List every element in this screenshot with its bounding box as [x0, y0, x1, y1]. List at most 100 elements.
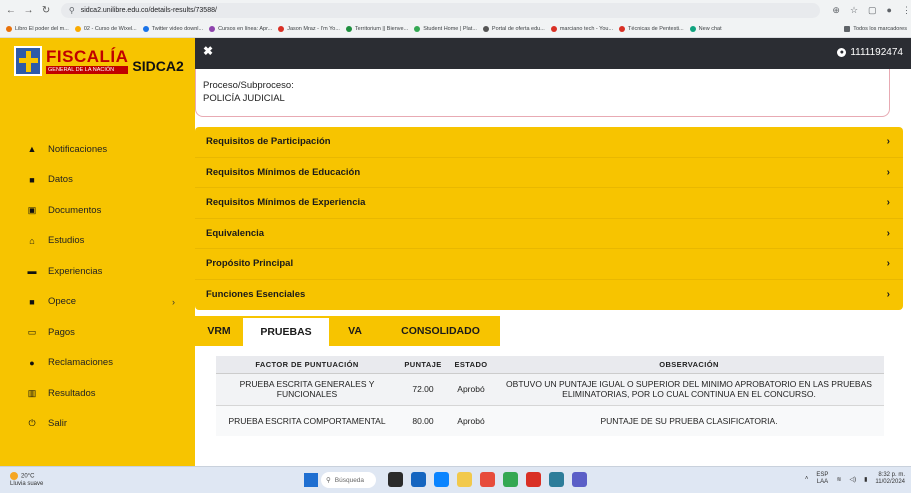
- results-table: FACTOR DE PUNTUACIÓN PUNTAJE ESTADO OBSE…: [216, 356, 884, 436]
- brand-name: FISCALÍA: [46, 47, 129, 66]
- site-info-icon[interactable]: ⚲: [69, 6, 75, 15]
- clock[interactable]: 8:32 p. m. 11/02/2024: [875, 472, 905, 486]
- user-menu[interactable]: ● 1111192474: [837, 47, 903, 58]
- sidebar-item-label: Reclamaciones: [48, 357, 113, 369]
- main-content: Proceso/Subproceso: POLICÍA JUDICIAL Req…: [195, 69, 911, 466]
- bookmark[interactable]: New chat: [689, 26, 722, 32]
- chevron-up-icon[interactable]: ˄: [805, 476, 809, 482]
- documents-icon: ▣: [27, 204, 37, 215]
- task-view-icon[interactable]: [388, 472, 403, 487]
- brand-subtitle: GENERAL DE LA NACIÓN: [46, 66, 129, 74]
- process-value: POLICÍA JUDICIAL: [203, 93, 285, 104]
- sidebar-item-notificaciones[interactable]: ▲ Notificaciones: [0, 134, 195, 165]
- table-cell: OBTUVO UN PUNTAJE IGUAL O SUPERIOR DEL M…: [494, 373, 884, 406]
- chrome-icon[interactable]: [503, 472, 518, 487]
- url-text: sidca2.unilibre.edu.co/details-results/7…: [80, 6, 217, 14]
- chevron-right-icon: ›: [886, 197, 890, 209]
- profile-icon[interactable]: ●: [887, 5, 892, 15]
- bookmark[interactable]: Cursos en línea: Apr...: [209, 26, 272, 32]
- chevron-right-icon: ›: [886, 136, 890, 148]
- bookmark[interactable]: Técnicas de Pentesti...: [619, 26, 684, 32]
- table-cell: 80.00: [398, 405, 448, 436]
- app-icon[interactable]: [480, 472, 495, 487]
- column-header: ESTADO: [448, 356, 494, 374]
- bookmark[interactable]: 02 - Curso de Wixel...: [74, 26, 137, 32]
- file-explorer-icon[interactable]: [457, 472, 472, 487]
- bookmark[interactable]: Libro El poder del m...: [6, 26, 69, 32]
- bookmark[interactable]: Twitter video downl...: [142, 26, 203, 32]
- volume-icon[interactable]: ◁): [849, 476, 856, 483]
- top-bar: ✖ ● 1111192474: [195, 38, 911, 69]
- address-bar[interactable]: ⚲ sidca2.unilibre.edu.co/details-results…: [60, 2, 821, 18]
- table-cell: 72.00: [398, 373, 448, 406]
- accordion-item-proposito[interactable]: Propósito Principal ›: [195, 249, 903, 280]
- search-icon: ⚲: [326, 477, 331, 484]
- requirements-accordion: Requisitos de Participación › Requisitos …: [195, 127, 903, 310]
- zoom-icon[interactable]: ⊕: [832, 5, 840, 16]
- comment-icon: ●: [29, 357, 35, 368]
- sidebar-item-datos[interactable]: ■ Datos: [0, 165, 195, 196]
- app-icon[interactable]: [434, 472, 449, 487]
- extensions-icon[interactable]: ▢: [868, 5, 877, 16]
- app-icon[interactable]: [411, 472, 426, 487]
- bookmark[interactable]: Territorium || Bienve...: [345, 26, 408, 32]
- results-tabs: VRM PRUEBAS VA CONSOLIDADO: [195, 316, 500, 346]
- windows-start-icon[interactable]: [304, 473, 318, 487]
- logo-shield-icon: [14, 46, 42, 76]
- sidebar-item-documentos[interactable]: ▣ Documentos: [0, 195, 195, 226]
- taskbar-search[interactable]: ⚲ Búsqueda: [321, 472, 376, 488]
- sidebar-item-resultados[interactable]: ▥ Resultados: [0, 378, 195, 409]
- table-cell: PRUEBA ESCRITA GENERALES Y FUNCIONALES: [216, 373, 398, 406]
- bookmarks-bar: Libro El poder del m... 02 - Curso de Wi…: [0, 21, 911, 37]
- accordion-item-equivalencia[interactable]: Equivalencia ›: [195, 219, 903, 249]
- accordion-item-funciones[interactable]: Funciones Esenciales ›: [195, 280, 903, 311]
- app-icon[interactable]: [526, 472, 541, 487]
- accordion-item-educacion[interactable]: Requisitos Mínimos de Educación ›: [195, 158, 903, 188]
- bookmark[interactable]: Student Home | Plat...: [414, 26, 477, 32]
- forward-icon[interactable]: →: [22, 5, 36, 16]
- sidebar-item-reclamaciones[interactable]: ● Reclamaciones: [0, 348, 195, 379]
- tab-consolidado[interactable]: CONSOLIDADO: [381, 316, 500, 346]
- column-header: FACTOR DE PUNTUACIÓN: [216, 356, 398, 374]
- sidebar-item-label: Opece: [48, 296, 76, 308]
- language-indicator[interactable]: ESP LAA: [816, 472, 828, 486]
- bell-icon: ▲: [27, 144, 37, 155]
- back-icon[interactable]: ←: [4, 5, 18, 16]
- weather-widget[interactable]: 20°C Lluvia suave: [10, 472, 43, 488]
- star-icon[interactable]: ☆: [850, 5, 858, 16]
- graduation-icon: ⌂: [29, 235, 35, 246]
- menu-icon[interactable]: ⋮: [902, 5, 911, 16]
- logo[interactable]: FISCALÍA GENERAL DE LA NACIÓN SIDCA2: [14, 46, 184, 76]
- table-row: PRUEBA ESCRITA GENERALES Y FUNCIONALES 7…: [216, 373, 884, 406]
- all-bookmarks[interactable]: Todos los marcadores: [844, 26, 907, 32]
- sidebar-menu: ▲ Notificaciones ■ Datos ▣ Documentos ⌂ Estu…: [0, 134, 195, 439]
- user-id: 1111192474: [850, 47, 903, 58]
- browser-actions: ⊕ ☆ ▢ ● ⋮: [832, 5, 911, 16]
- bookmark[interactable]: Portal de oferta edu...: [482, 26, 545, 32]
- chevron-right-icon: ›: [172, 296, 175, 307]
- tab-pruebas[interactable]: PRUEBAS: [243, 316, 329, 346]
- accordion-item-experiencia[interactable]: Requisitos Mínimos de Experiencia ›: [195, 188, 903, 219]
- table-cell: PRUEBA ESCRITA COMPORTAMENTAL: [216, 405, 398, 436]
- sidebar-item-salir[interactable]: ⏻ Salir: [0, 409, 195, 440]
- chevron-right-icon: ›: [886, 227, 890, 239]
- sidebar-item-estudios[interactable]: ⌂ Estudios: [0, 226, 195, 257]
- bookmark[interactable]: Jason Mraz - I'm Yo...: [278, 26, 340, 32]
- tab-vrm[interactable]: VRM: [195, 316, 243, 346]
- sidebar-item-pagos[interactable]: ▭ Pagos: [0, 317, 195, 348]
- reload-icon[interactable]: ↻: [39, 5, 53, 16]
- app-icon[interactable]: [549, 472, 564, 487]
- close-icon[interactable]: ✖: [203, 44, 213, 58]
- app-icon[interactable]: [572, 472, 587, 487]
- battery-icon[interactable]: ▮: [864, 476, 867, 483]
- sidebar-item-opece[interactable]: ■ Opece ›: [0, 287, 195, 318]
- accordion-item-participacion[interactable]: Requisitos de Participación ›: [195, 127, 903, 158]
- sidebar-item-experiencias[interactable]: ▬ Experiencias: [0, 256, 195, 287]
- taskbar-apps: [388, 472, 587, 487]
- chevron-right-icon: ›: [886, 258, 890, 270]
- taskbar: 20°C Lluvia suave ⚲ Búsqueda ˄ ESP LAA ≋ ◁…: [0, 466, 911, 493]
- wifi-icon[interactable]: ≋: [836, 476, 841, 483]
- tab-va[interactable]: VA: [329, 316, 381, 346]
- bookmark[interactable]: marciano tech - You...: [550, 26, 613, 32]
- sidebar-item-label: Resultados: [48, 387, 96, 399]
